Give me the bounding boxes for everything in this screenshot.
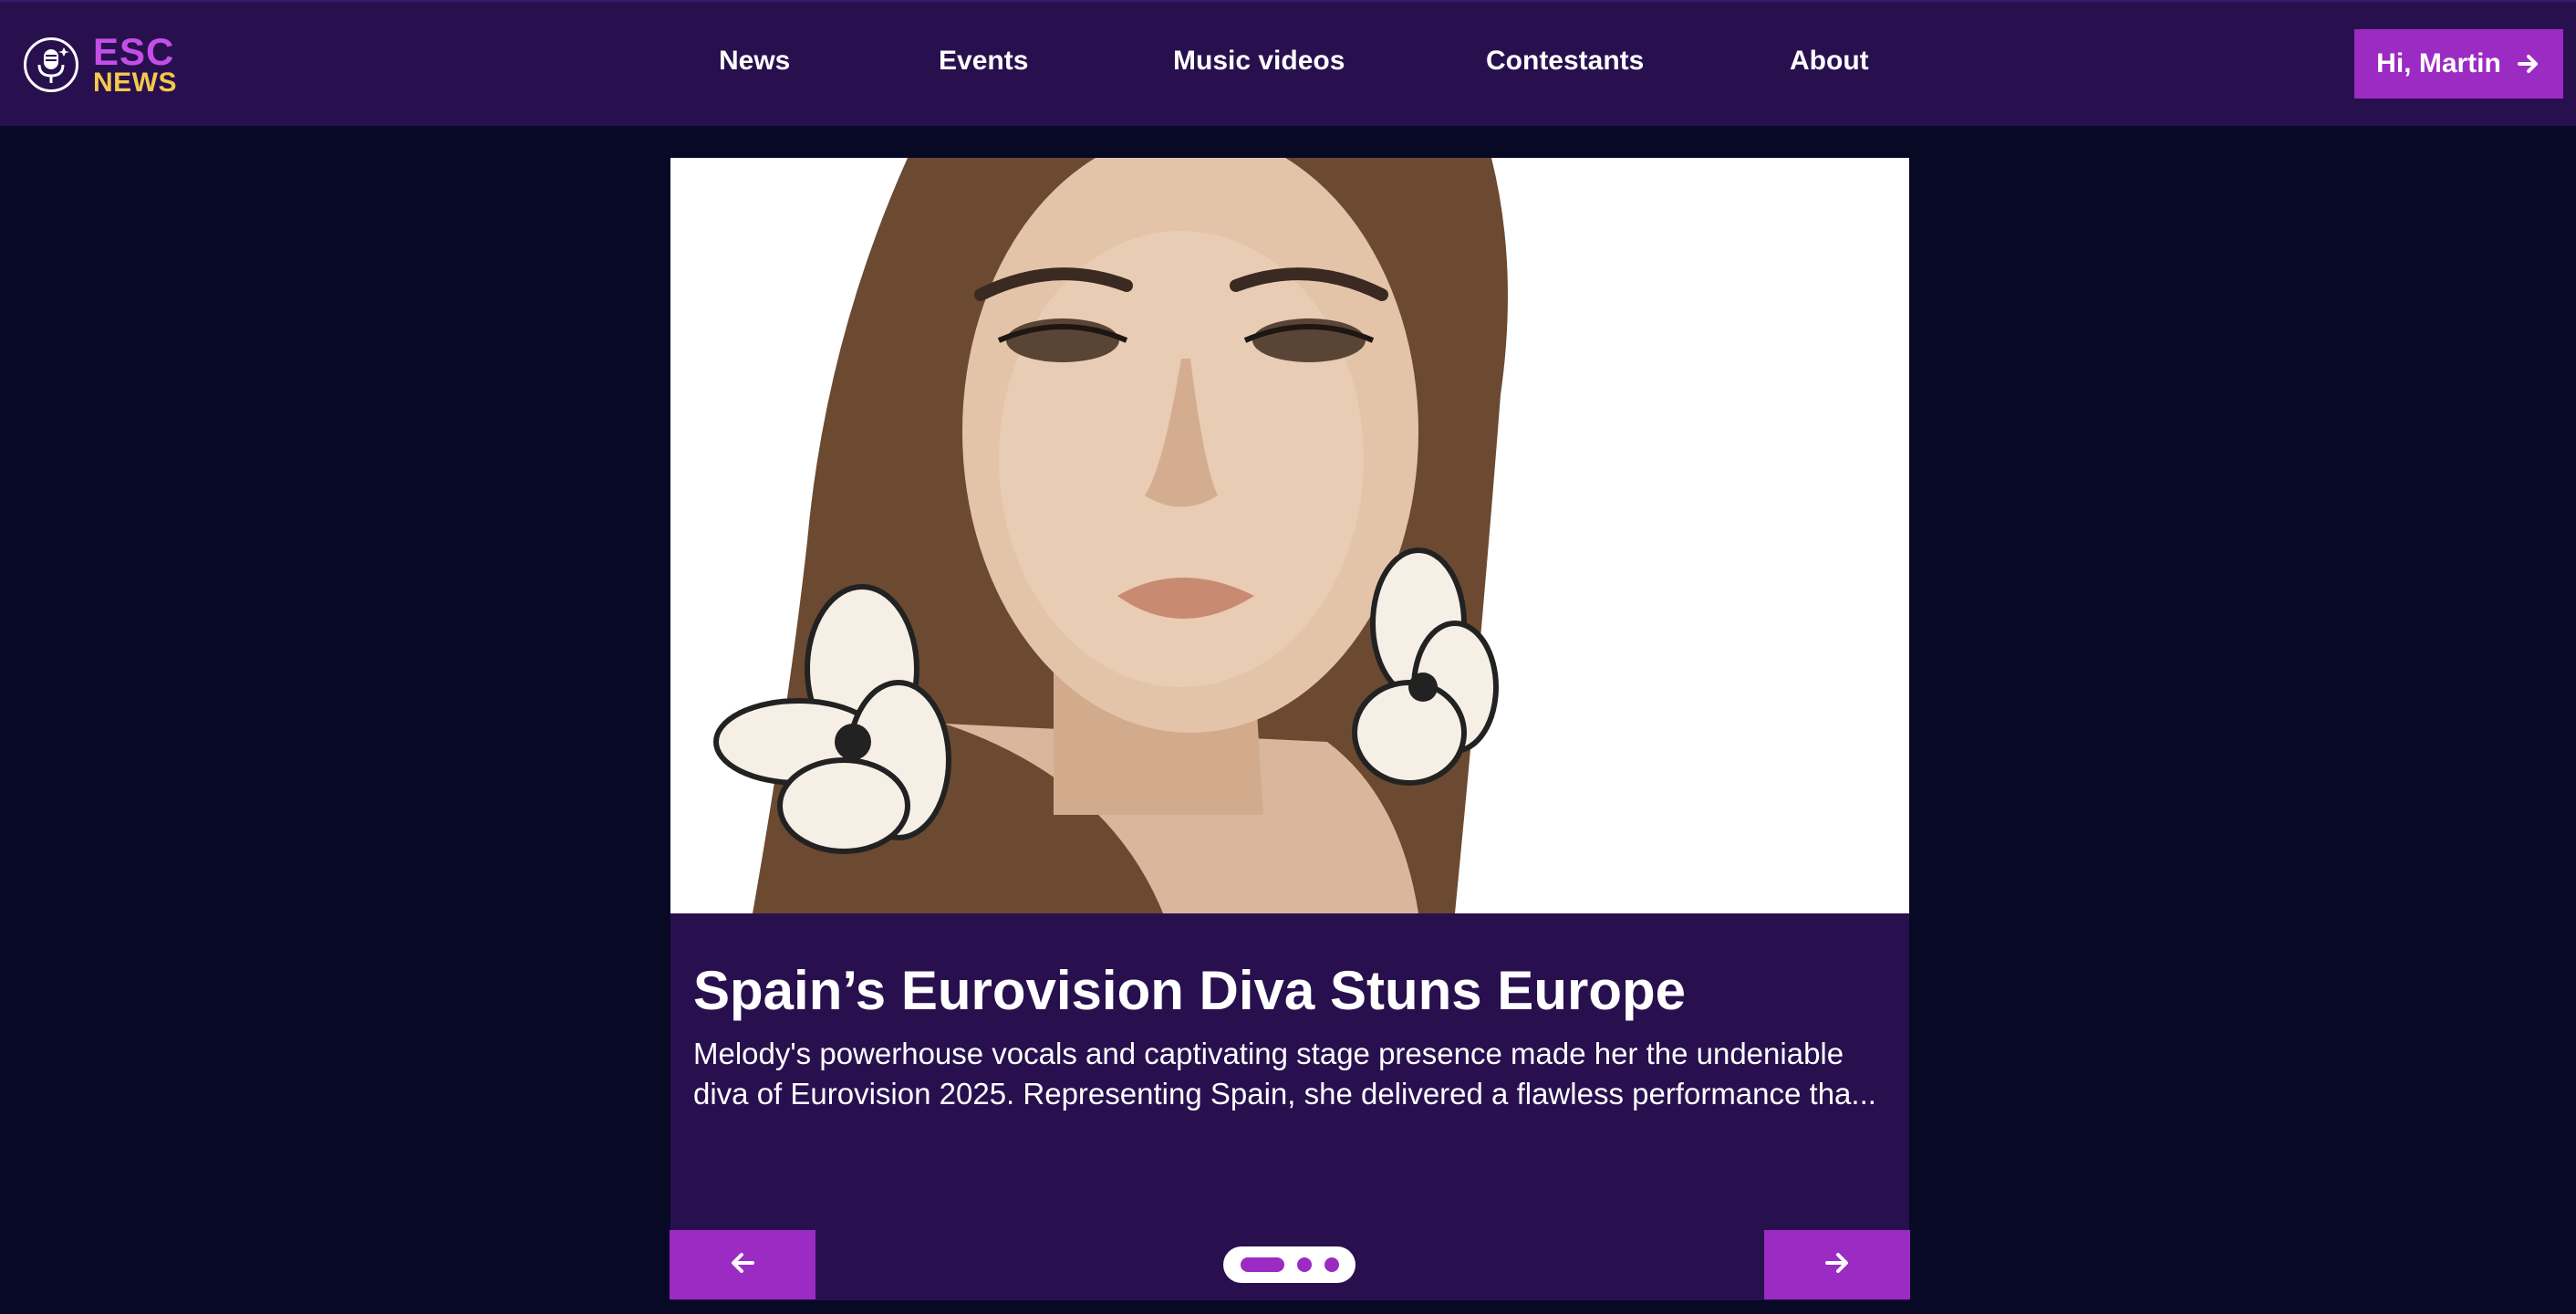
- carousel-dot-2[interactable]: [1296, 1257, 1312, 1272]
- arrow-left-icon: [729, 1249, 756, 1281]
- user-greeting: Hi, Martin: [2376, 48, 2501, 78]
- nav-item-contestants[interactable]: Contestants: [1486, 46, 1644, 77]
- nav-item-events[interactable]: Events: [939, 46, 1028, 77]
- carousel-prev-button[interactable]: [670, 1230, 815, 1299]
- main-nav: News Events Music videos Contestants Abo…: [0, 2, 2576, 128]
- carousel-dot-1[interactable]: [1240, 1257, 1284, 1272]
- arrow-right-icon: [1823, 1249, 1851, 1281]
- carousel-pagination: [1223, 1246, 1356, 1283]
- top-navigation-bar: ESC NEWS News Events Music videos Contes…: [0, 0, 2576, 126]
- arrow-right-icon: [2516, 51, 2541, 77]
- article-title[interactable]: Spain’s Eurovision Diva Stuns Europe: [693, 959, 1888, 1022]
- nav-item-news[interactable]: News: [719, 46, 790, 77]
- article-hero-image: [670, 158, 1909, 913]
- nav-item-about[interactable]: About: [1790, 46, 1869, 77]
- nav-item-music-videos[interactable]: Music videos: [1173, 46, 1345, 77]
- carousel-dot-3[interactable]: [1324, 1257, 1339, 1272]
- article-excerpt: Melody's powerhouse vocals and captivati…: [693, 1037, 1876, 1111]
- user-account-button[interactable]: Hi, Martin: [2354, 29, 2563, 99]
- featured-article-card[interactable]: Spain’s Eurovision Diva Stuns Europe Mel…: [670, 158, 1909, 1300]
- carousel-next-button[interactable]: [1764, 1230, 1910, 1299]
